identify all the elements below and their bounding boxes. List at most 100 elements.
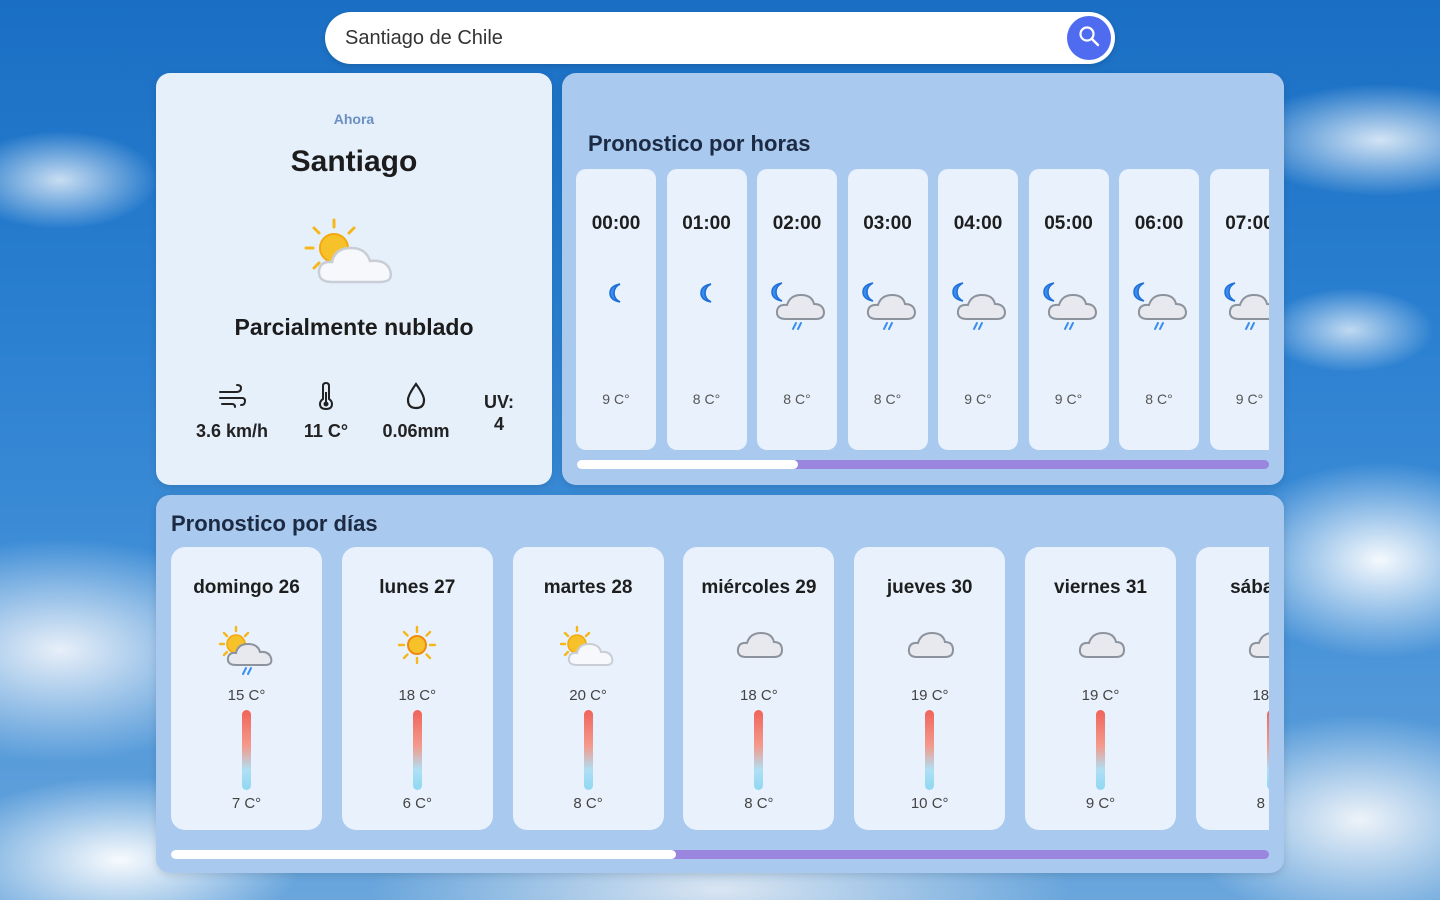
- day-card[interactable]: viernes 31 19 C° 9 C°: [1025, 547, 1176, 830]
- hour-temp: 8 C°: [783, 391, 811, 407]
- hour-card[interactable]: 00:00 9 C°: [576, 169, 656, 450]
- day-card[interactable]: domingo 26 15 C° 7 C°: [171, 547, 322, 830]
- condition-text: Parcialmente nublado: [234, 314, 474, 340]
- temperature-range-bar: [242, 710, 251, 790]
- hour-card[interactable]: 01:00 8 C°: [666, 169, 747, 450]
- hourly-forecast-panel: Pronostico por horas 00:00 9 C° 01:00 8 C° 0…: [562, 73, 1284, 485]
- moon-cloud-rain-icon: [757, 281, 837, 333]
- moon-cloud-rain-icon: [1119, 281, 1199, 333]
- cloud-icon: [1025, 625, 1176, 661]
- day-min-temp: 8 C°: [573, 795, 603, 812]
- sun-cloud-rain-icon: [171, 625, 322, 677]
- hourly-title: Pronostico por horas: [588, 131, 811, 156]
- day-max-temp: 18 C°: [1252, 687, 1269, 704]
- day-max-temp: 18 C°: [398, 687, 437, 704]
- hour-card[interactable]: 02:00 8 C°: [757, 169, 837, 450]
- hour-time: 03:00: [863, 213, 912, 234]
- day-min-temp: 8 C°: [744, 795, 774, 812]
- hour-card[interactable]: 07:00 9 C°: [1209, 169, 1269, 450]
- hour-temp: 9 C°: [602, 391, 630, 407]
- day-name: martes 28: [543, 577, 633, 598]
- precipitation-stat: 0.06mm: [374, 382, 458, 442]
- hourly-scrollbar[interactable]: [577, 460, 1269, 469]
- day-name: viernes 31: [1054, 577, 1147, 598]
- day-min-temp: 8 C°: [1256, 795, 1269, 812]
- hour-card[interactable]: 04:00 9 C°: [938, 169, 1018, 450]
- hour-time: 07:00: [1225, 213, 1269, 234]
- hour-temp: 9 C°: [1235, 391, 1264, 407]
- day-card[interactable]: jueves 30 19 C° 10 C°: [854, 547, 1006, 830]
- hour-temp: 8 C°: [1145, 391, 1173, 407]
- moon-cloud-rain-icon: [1210, 281, 1269, 333]
- hour-temp: 8 C°: [873, 391, 902, 407]
- hour-card[interactable]: 05:00 9 C°: [1028, 169, 1109, 450]
- hour-time: 01:00: [682, 213, 731, 234]
- temperature-range-bar: [1266, 710, 1269, 790]
- search-icon: [1078, 25, 1100, 52]
- moon-icon: [576, 281, 656, 305]
- day-max-temp: 19 C°: [910, 687, 949, 704]
- day-card[interactable]: sábado 1 18 C° 8 C°: [1195, 547, 1269, 830]
- temperature-range-bar: [583, 710, 593, 790]
- hour-temp: 9 C°: [964, 391, 992, 407]
- uv-label: UV:: [483, 392, 514, 412]
- search-input[interactable]: [345, 26, 1045, 50]
- day-max-temp: 15 C°: [227, 687, 266, 704]
- current-weather-card: Ahora Santiago Parcialmente nublado 3.6 …: [156, 73, 552, 485]
- hour-time: 04:00: [953, 213, 1003, 234]
- hour-card[interactable]: 03:00 8 C°: [847, 169, 928, 450]
- partly-cloudy-icon: [302, 216, 402, 293]
- day-min-temp: 6 C°: [402, 795, 432, 812]
- now-label: Ahora: [333, 111, 375, 127]
- day-name: domingo 26: [193, 577, 300, 598]
- daily-forecast-panel: Pronostico por días domingo 26 15 C° 7 C° l…: [156, 495, 1284, 873]
- wind-stat: 3.6 km/h: [186, 384, 278, 442]
- hour-temp: 9 C°: [1054, 391, 1083, 407]
- hourly-scroll-thumb[interactable]: [577, 460, 798, 469]
- daily-strip[interactable]: domingo 26 15 C° 7 C° lunes 27 18 C° 6 C° mart…: [171, 547, 1269, 831]
- water-drop-icon: [405, 382, 427, 415]
- hour-time: 02:00: [772, 213, 822, 234]
- day-name: jueves 30: [886, 577, 973, 598]
- uv-stat: UV: 4: [476, 391, 522, 435]
- day-card[interactable]: martes 28 20 C° 8 C°: [512, 547, 664, 830]
- hour-time: 00:00: [591, 213, 641, 234]
- day-max-temp: 18 C°: [740, 687, 778, 704]
- wind-icon: [218, 384, 247, 415]
- temperature-value: 11 C°: [303, 421, 349, 441]
- day-min-temp: 9 C°: [1085, 795, 1116, 812]
- cloud-icon: [854, 625, 1005, 661]
- cloud-icon: [683, 625, 834, 661]
- search-button[interactable]: [1067, 16, 1111, 60]
- temperature-range-bar: [1096, 710, 1105, 790]
- cloud-icon: [1196, 625, 1269, 661]
- moon-cloud-rain-icon: [848, 281, 928, 333]
- day-name: lunes 27: [379, 577, 456, 598]
- temperature-range-bar: [754, 710, 764, 790]
- day-card[interactable]: lunes 27 18 C° 6 C°: [341, 547, 493, 830]
- day-name: miércoles 29: [701, 577, 817, 598]
- hour-time: 06:00: [1134, 213, 1184, 234]
- day-card[interactable]: miércoles 29 18 C° 8 C°: [683, 547, 835, 830]
- hour-temp: 8 C°: [692, 391, 721, 407]
- day-min-temp: 7 C°: [231, 795, 262, 812]
- day-max-temp: 19 C°: [1081, 687, 1120, 704]
- day-name: sábado 1: [1230, 577, 1269, 598]
- moon-icon: [667, 281, 747, 305]
- sun-icon: [342, 625, 493, 665]
- hour-card[interactable]: 06:00 8 C°: [1119, 169, 1199, 450]
- daily-scrollbar[interactable]: [171, 850, 1269, 859]
- thermometer-icon: [318, 381, 334, 415]
- temperature-range-bar: [925, 710, 935, 790]
- uv-value: 4: [493, 414, 504, 434]
- search-bar: [325, 12, 1115, 64]
- hourly-strip[interactable]: 00:00 9 C° 01:00 8 C° 02:00 8 C° 03:00 8 C° 04:0…: [576, 169, 1269, 451]
- temperature-range-bar: [412, 710, 422, 790]
- precipitation-value: 0.06mm: [382, 421, 450, 441]
- city-name: Santiago: [290, 145, 418, 178]
- daily-title: Pronostico por días: [171, 511, 378, 536]
- hour-time: 05:00: [1044, 213, 1093, 234]
- moon-cloud-rain-icon: [938, 281, 1018, 333]
- daily-scroll-thumb[interactable]: [171, 850, 676, 859]
- day-max-temp: 20 C°: [569, 687, 607, 704]
